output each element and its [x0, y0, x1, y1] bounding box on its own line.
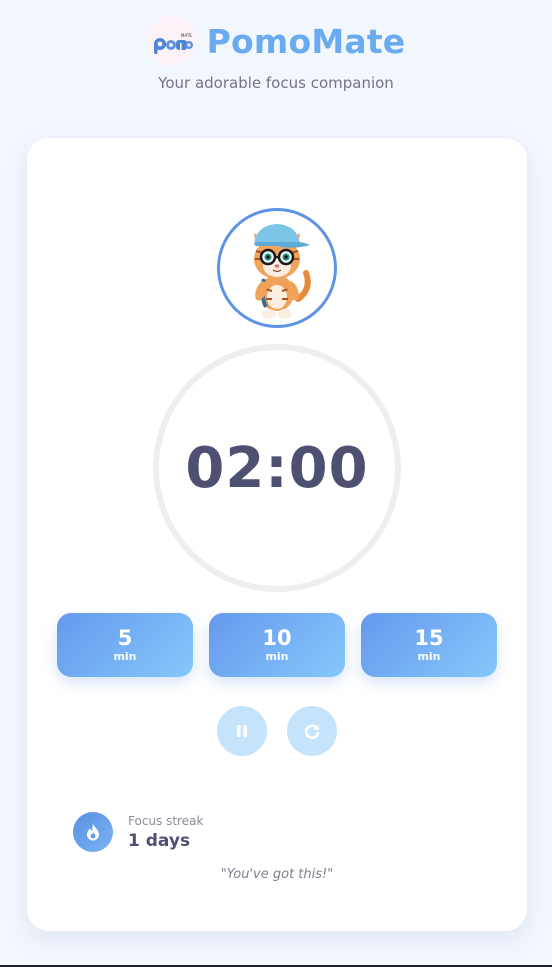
app-title: PomoMate	[206, 21, 406, 61]
preset-value: 15	[414, 625, 444, 650]
tagline: Your adorable focus companion	[158, 74, 394, 92]
page: MATE PomoMate Your adorable focus compan…	[0, 0, 552, 967]
focus-streak: Focus streak 1 days	[73, 812, 203, 852]
pause-icon	[237, 725, 247, 737]
reset-button[interactable]	[287, 706, 337, 756]
preset-unit: min	[265, 650, 289, 664]
preset-5-min-button[interactable]: 5 min	[57, 613, 193, 677]
pause-button[interactable]	[217, 706, 267, 756]
svg-text:MATE: MATE	[181, 33, 192, 38]
app-logo: MATE	[146, 16, 197, 66]
app-header: MATE PomoMate Your adorable focus compan…	[0, 16, 552, 92]
preset-15-min-button[interactable]: 15 min	[361, 613, 497, 677]
timer-card: 02:00 5 min 10 min 15 min Focus streak 1…	[27, 138, 527, 931]
brand: MATE PomoMate	[0, 16, 552, 66]
preset-10-min-button[interactable]: 10 min	[209, 613, 345, 677]
streak-text: Focus streak 1 days	[128, 814, 203, 851]
timer-controls	[27, 706, 527, 756]
timer-display: 02:00	[185, 435, 369, 501]
motivational-quote: "You've got this!"	[220, 867, 334, 882]
flame-icon	[73, 812, 113, 852]
preset-value: 10	[262, 625, 292, 650]
preset-value: 5	[117, 625, 133, 650]
preset-unit: min	[417, 650, 441, 664]
reset-icon	[304, 724, 320, 739]
preset-buttons: 5 min 10 min 15 min	[57, 613, 497, 677]
streak-label: Focus streak	[128, 813, 204, 828]
preset-unit: min	[113, 650, 137, 664]
streak-value: 1 days	[128, 830, 191, 851]
mascot-avatar	[217, 208, 337, 328]
timer-ring: 02:00	[153, 344, 401, 592]
